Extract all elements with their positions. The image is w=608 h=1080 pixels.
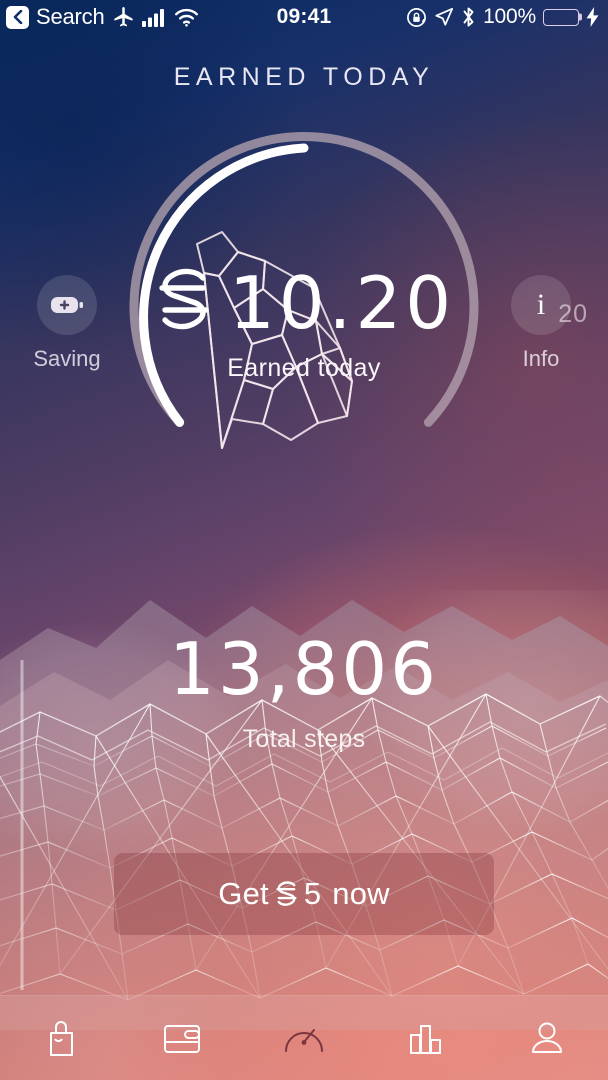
info-label: Info — [522, 346, 560, 371]
bottom-tab-bar — [0, 995, 608, 1080]
get-sweatcoins-button[interactable]: Get 5 now — [114, 853, 494, 935]
airplane-mode-icon — [112, 6, 135, 29]
earnings-amount: 10.20 — [228, 260, 456, 345]
cellular-signal-icon — [141, 8, 167, 27]
person-icon — [527, 1018, 567, 1058]
battery-full-icon — [543, 8, 582, 26]
page-title: EARNED TODAY — [173, 63, 435, 91]
shopping-bag-icon — [42, 1018, 80, 1058]
get-sweatcoins-label: Get 5 now — [218, 876, 390, 912]
tab-shop[interactable] — [0, 996, 122, 1080]
saving-button[interactable]: Saving — [12, 275, 122, 372]
total-steps-block: 13,806 Total steps — [0, 633, 608, 754]
rotation-lock-icon — [406, 7, 427, 28]
info-button[interactable]: i Info — [486, 275, 596, 372]
info-icon: i — [511, 275, 571, 335]
speedometer-icon — [281, 1017, 327, 1059]
tab-stats[interactable] — [365, 996, 487, 1080]
cta-suffix: now — [332, 876, 390, 911]
location-arrow-icon — [434, 7, 454, 27]
tab-wallet[interactable] — [122, 996, 244, 1080]
status-bar-right: 100% — [406, 5, 599, 29]
app-screen: Search 09:41 100% EARNED TODAY 20 10.20 … — [0, 0, 608, 1080]
info-glyph: i — [536, 288, 546, 321]
status-bar: Search 09:41 100% — [0, 0, 608, 34]
bar-chart-icon — [406, 1019, 446, 1057]
battery-plus-icon — [37, 275, 97, 335]
wallet-icon — [161, 1020, 203, 1056]
battery-percent-label: 100% — [483, 5, 536, 28]
cta-amount: 5 — [303, 876, 322, 911]
chevron-left-icon[interactable] — [6, 5, 29, 29]
total-steps-label: Total steps — [242, 725, 366, 753]
lightning-bolt-icon — [586, 7, 599, 27]
tab-profile[interactable] — [486, 996, 608, 1080]
total-steps-value: 13,806 — [169, 627, 439, 711]
sweatcoin-symbol-icon-small — [274, 879, 299, 909]
status-bar-back-label[interactable]: Search — [36, 6, 105, 28]
sweatcoin-symbol-icon — [153, 265, 215, 340]
bluetooth-icon — [461, 6, 476, 28]
saving-label: Saving — [33, 346, 101, 371]
cta-prefix: Get — [218, 876, 269, 911]
tab-dashboard[interactable] — [243, 996, 365, 1080]
status-bar-left: Search — [6, 5, 199, 29]
wifi-icon — [174, 8, 199, 27]
